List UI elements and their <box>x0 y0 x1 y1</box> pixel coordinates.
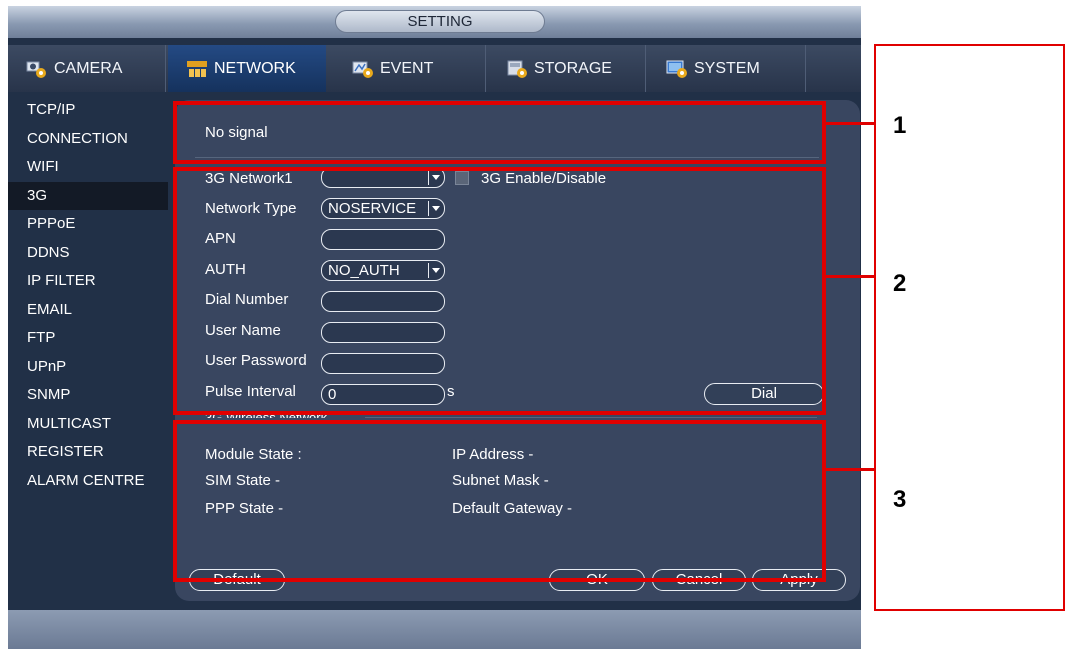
network-icon <box>186 59 208 79</box>
system-icon <box>666 59 688 79</box>
sidebar-item-pppoe[interactable]: PPPoE <box>8 210 168 239</box>
tab-network[interactable]: NETWORK <box>168 45 326 92</box>
annotation-connector-2 <box>826 275 874 278</box>
main-tab-bar: CAMERA NETWORK EVENT STORAGE SYSTEM <box>8 45 861 92</box>
tab-label: EVENT <box>380 59 434 77</box>
annotation-box-3 <box>173 420 826 582</box>
window-title: SETTING <box>335 10 545 33</box>
title-bar: SETTING <box>8 6 861 38</box>
tab-label: NETWORK <box>214 59 296 77</box>
sidebar-item-upnp[interactable]: UPnP <box>8 353 168 382</box>
tab-event[interactable]: EVENT <box>328 45 486 92</box>
divider <box>365 417 817 418</box>
sidebar-item-ftp[interactable]: FTP <box>8 324 168 353</box>
sidebar-item-tcpip[interactable]: TCP/IP <box>8 96 168 125</box>
tab-system[interactable]: SYSTEM <box>648 45 806 92</box>
sidebar-item-wifi[interactable]: WIFI <box>8 153 168 182</box>
annotation-label-1: 1 <box>893 112 907 139</box>
annotation-connector-3 <box>826 468 874 471</box>
annotation-connector-1 <box>826 122 874 125</box>
sidebar-item-connection[interactable]: CONNECTION <box>8 125 168 154</box>
tab-label: STORAGE <box>534 59 612 77</box>
tab-label: SYSTEM <box>694 59 760 77</box>
sidebar-item-multicast[interactable]: MULTICAST <box>8 410 168 439</box>
bottom-bar <box>8 610 861 649</box>
sidebar-item-ddns[interactable]: DDNS <box>8 239 168 268</box>
sidebar-item-email[interactable]: EMAIL <box>8 296 168 325</box>
sidebar-menu: TCP/IP CONNECTION WIFI 3G PPPoE DDNS IP … <box>8 96 168 495</box>
sidebar-item-register[interactable]: REGISTER <box>8 438 168 467</box>
annotation-label-3: 3 <box>893 486 907 513</box>
storage-icon <box>506 59 528 79</box>
sidebar-item-3g[interactable]: 3G <box>8 181 168 210</box>
sidebar-item-alarm-centre[interactable]: ALARM CENTRE <box>8 467 168 496</box>
camera-settings-icon <box>26 59 48 79</box>
sidebar-item-ip-filter[interactable]: IP FILTER <box>8 267 168 296</box>
tab-camera[interactable]: CAMERA <box>8 45 166 92</box>
tab-label: CAMERA <box>54 59 123 77</box>
annotation-label-2: 2 <box>893 270 907 297</box>
sidebar-item-snmp[interactable]: SNMP <box>8 381 168 410</box>
annotation-box-1 <box>173 101 826 164</box>
event-icon <box>352 59 374 79</box>
tab-storage[interactable]: STORAGE <box>488 45 646 92</box>
annotation-box-2 <box>173 167 826 415</box>
